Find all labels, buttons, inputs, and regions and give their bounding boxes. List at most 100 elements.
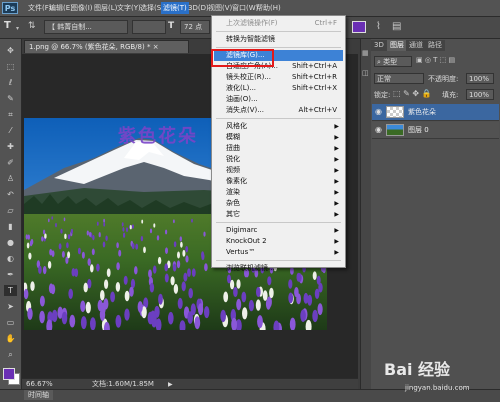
hand-tool-icon[interactable]: ✋ (4, 333, 17, 344)
menu-item-label: 扭曲 (226, 144, 240, 152)
menu-2[interactable]: 图像(I) (69, 2, 95, 14)
font-size-select[interactable]: 72 点 (180, 20, 210, 34)
menu-10[interactable]: 帮助(H) (254, 2, 283, 14)
menu-item-shortcut: Shift+Ctrl+R (292, 73, 337, 81)
submenu-arrow-icon: ▶ (334, 167, 339, 174)
foreground-color-swatch[interactable] (3, 368, 15, 380)
panel-tab-2[interactable]: 通道 (406, 40, 426, 51)
menu-item-label: 风格化 (226, 122, 247, 130)
font-family-select[interactable]: 【 韩菁自制... (44, 20, 128, 34)
highlight-annotation (211, 49, 274, 67)
filter-menu-item[interactable]: KnockOut 2 ▶ (214, 236, 343, 247)
menu-item-label: 消失点(V)... (226, 106, 264, 114)
eyedropper-tool-icon[interactable]: ⁄ (4, 125, 17, 136)
brush-tool-icon[interactable]: ✐ (4, 157, 17, 168)
visibility-eye-icon[interactable]: ◉ (375, 108, 383, 116)
move-tool-icon[interactable]: ✥ (4, 45, 17, 56)
filter-menu-item[interactable]: 风格化 ▶ (214, 121, 343, 132)
layer-thumbnail (386, 124, 404, 136)
filter-menu-item[interactable]: 渲染 ▶ (214, 187, 343, 198)
shape-tool-icon[interactable]: ▭ (4, 317, 17, 328)
filter-menu-item[interactable]: 消失点(V)... Alt+Ctrl+V (214, 105, 343, 116)
opacity-field[interactable]: 100% (466, 73, 494, 84)
image-title-text: 紫色花朵 (118, 126, 198, 147)
font-style-select[interactable] (132, 20, 166, 34)
filter-menu-item[interactable]: Digimarc ▶ (214, 225, 343, 236)
type-tool-icon[interactable]: T (4, 285, 17, 296)
panel-tab-0[interactable]: 3D (371, 40, 387, 51)
filter-menu-item[interactable]: 油画(O)... (214, 94, 343, 105)
baidu-watermark: Bai 经验 (384, 360, 451, 379)
fill-field[interactable]: 100% (466, 89, 494, 100)
visibility-eye-icon[interactable]: ◉ (375, 126, 383, 134)
document-tab-label: 1.png @ 66.7% (紫色花朵, RGB/8) * (29, 43, 151, 51)
filter-menu-item[interactable]: 模糊 ▶ (214, 132, 343, 143)
menu-item-label: 锐化 (226, 155, 240, 163)
lock-icons[interactable]: ⬚ ✎ ✥ 🔒 (393, 89, 432, 98)
filter-menu-item[interactable]: 视频 ▶ (214, 165, 343, 176)
pen-tool-icon[interactable]: ✒ (4, 269, 17, 280)
warp-text-icon[interactable]: ⌇ (376, 21, 381, 32)
path-select-tool-icon[interactable]: ➤ (4, 301, 17, 312)
timeline-tab[interactable]: 时间轴 (24, 390, 53, 400)
filter-menu-item[interactable]: 像素化 ▶ (214, 176, 343, 187)
eraser-tool-icon[interactable]: ▱ (4, 205, 17, 216)
lasso-tool-icon[interactable]: ℓ (4, 77, 17, 88)
menu-separator (216, 47, 341, 48)
submenu-arrow-icon: ▶ (334, 178, 339, 185)
submenu-arrow-icon: ▶ (334, 156, 339, 163)
filter-icons[interactable]: ▣ ◎ T ⬚ ▤ (416, 56, 455, 64)
close-icon[interactable]: × (153, 43, 159, 51)
menu-item-label: 杂色 (226, 199, 240, 207)
menu-item-label: Vertus™ (226, 248, 256, 256)
panel-icon[interactable]: ▦ (362, 49, 369, 57)
menu-separator (216, 118, 341, 119)
menu-item-label: 转换为智能滤镜 (226, 35, 275, 43)
panel-icon[interactable]: ◫ (362, 69, 369, 77)
chevron-down-icon[interactable]: ▾ (16, 25, 19, 32)
font-size-icon: T (168, 21, 175, 31)
layer-filter-select[interactable]: ⌕ 类型 (374, 56, 412, 67)
layer-row[interactable]: ◉ 紫色花朵 (372, 104, 499, 121)
filter-menu-item[interactable]: 杂色 ▶ (214, 198, 343, 209)
healing-brush-icon[interactable]: ✚ (4, 141, 17, 152)
crop-tool-icon[interactable]: ⌗ (4, 109, 17, 120)
layer-name[interactable]: 图层 0 (408, 125, 429, 135)
menu-6[interactable]: 滤镜(T) (161, 2, 189, 14)
submenu-arrow-icon: ▶ (334, 249, 339, 256)
filter-menu-item[interactable]: Vertus™ ▶ (214, 247, 343, 258)
zoom-tool-icon[interactable]: ⌕ (4, 349, 17, 360)
panel-tab-3[interactable]: 路径 (425, 40, 445, 51)
layer-name[interactable]: 紫色花朵 (408, 107, 436, 117)
menu-separator (216, 222, 341, 223)
filter-menu-item[interactable]: 转换为智能滤镜 (214, 34, 343, 45)
history-brush-icon[interactable]: ↶ (4, 189, 17, 200)
character-panel-icon[interactable]: ▤ (392, 21, 401, 32)
text-tool-icon[interactable]: T (4, 20, 11, 31)
menu-item-shortcut: Shift+Ctrl+A (292, 62, 337, 70)
text-orientation-icon[interactable]: ⇅ (28, 21, 36, 31)
text-color-swatch[interactable] (352, 21, 366, 33)
menu-item-label: 浏览联机滤镜... (226, 264, 275, 272)
clone-stamp-icon[interactable]: ♙ (4, 173, 17, 184)
quick-select-tool-icon[interactable]: ✎ (4, 93, 17, 104)
gradient-tool-icon[interactable]: ▮ (4, 221, 17, 232)
document-tab[interactable]: 1.png @ 66.7% (紫色花朵, RGB/8) * × (24, 40, 189, 53)
filter-menu-item[interactable]: 锐化 ▶ (214, 154, 343, 165)
menu-item-label: 镜头校正(R)... (226, 73, 272, 81)
menu-item-label: 像素化 (226, 177, 247, 185)
layer-thumbnail (386, 106, 404, 118)
filter-menu-item[interactable]: 镜头校正(R)... Shift+Ctrl+R (214, 72, 343, 83)
marquee-tool-icon[interactable]: ⬚ (4, 61, 17, 72)
filter-menu-item[interactable]: 其它 ▶ (214, 209, 343, 220)
blend-mode-select[interactable]: 正常 (374, 73, 424, 84)
blur-tool-icon[interactable]: ● (4, 237, 17, 248)
dodge-tool-icon[interactable]: ◐ (4, 253, 17, 264)
menu-item-label: 视频 (226, 166, 240, 174)
filter-menu-item[interactable]: 液化(L)... Shift+Ctrl+X (214, 83, 343, 94)
submenu-arrow-icon: ▶ (334, 238, 339, 245)
panel-tab-1[interactable]: 图层 (387, 40, 407, 51)
layer-row[interactable]: ◉ 图层 0 (372, 122, 499, 139)
filter-menu-item[interactable]: 浏览联机滤镜... (214, 263, 343, 274)
filter-menu-item[interactable]: 扭曲 ▶ (214, 143, 343, 154)
